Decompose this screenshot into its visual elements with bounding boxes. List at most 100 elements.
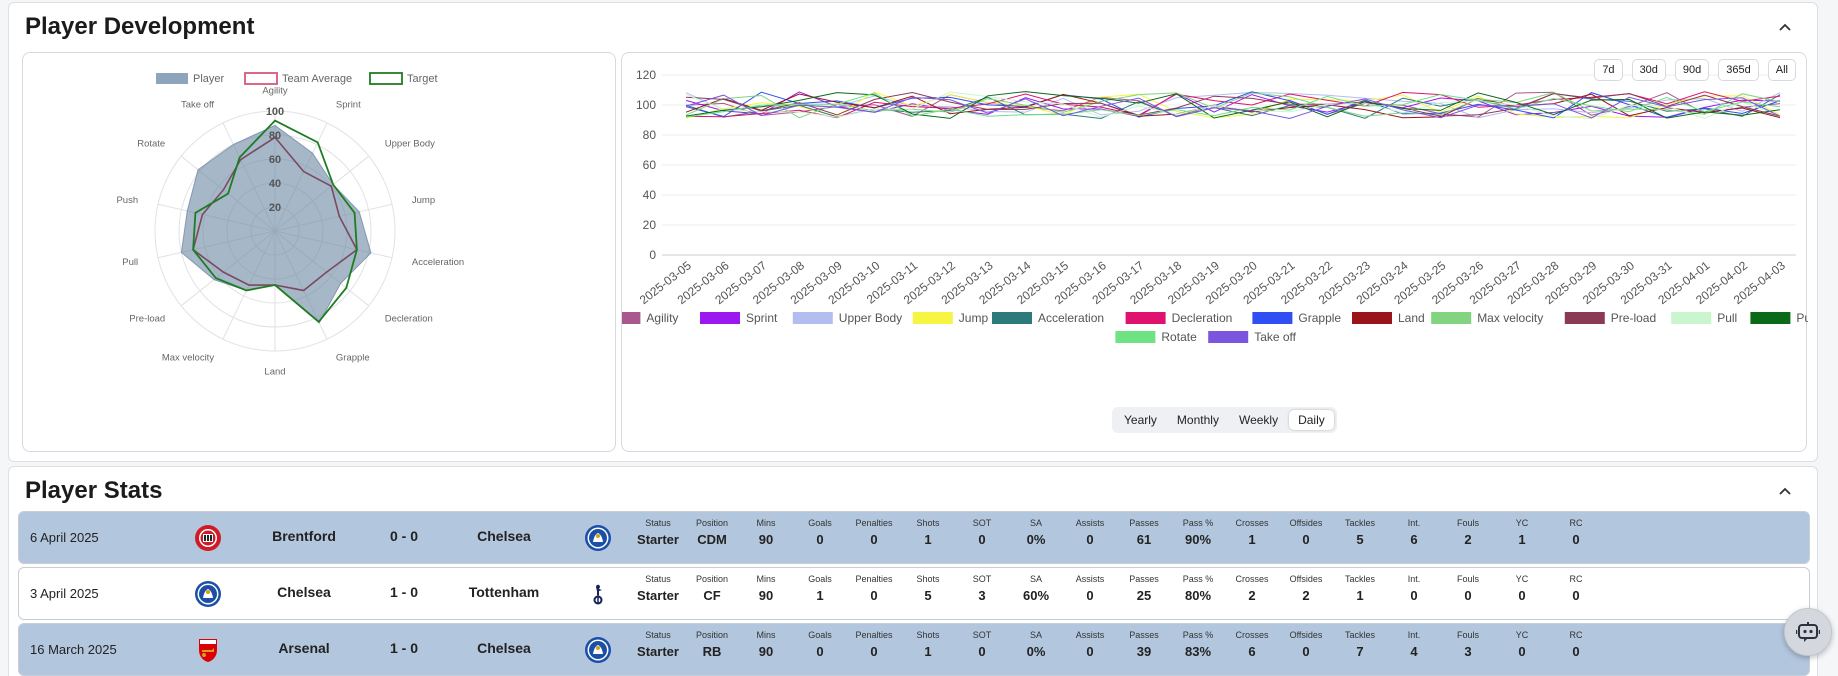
radar-tick-label: 20 (269, 202, 281, 214)
y-tick-label: 120 (636, 68, 656, 82)
stat-value: 0 (1572, 644, 1580, 659)
away-club-crest-icon (584, 524, 612, 552)
legend-item-acceleration[interactable]: Acceleration (992, 311, 1104, 325)
stat-header: RC (1569, 574, 1583, 584)
period-button-yearly[interactable]: Yearly (1115, 410, 1166, 430)
timeline-chart-card: 7d 30d 90d 365d All 0 20 40 60 80 100 120 2025-03-0… (600, 52, 1824, 452)
radar-axis-label: Decleration (385, 314, 433, 325)
legend-item-push[interactable]: Push (1750, 311, 1824, 325)
range-button-30d[interactable]: 30d (1631, 59, 1666, 81)
period-toggle: Yearly Monthly Weekly Daily (1112, 407, 1337, 433)
radar-axis-label: Land (264, 366, 285, 377)
svg-text:Jump: Jump (959, 311, 989, 325)
radar-axis-label: Pre-load (129, 314, 165, 325)
match-row[interactable]: 16 March 2025 Arsenal 1 - 0 Chelsea Status St… (18, 623, 1810, 676)
away-team-name: Tottenham (468, 584, 540, 600)
y-tick-label: 80 (643, 128, 657, 142)
legend-item-decleration[interactable]: Decleration (1125, 311, 1233, 325)
range-button-all[interactable]: All (1767, 59, 1796, 81)
match-score: 0 - 0 (389, 528, 418, 544)
period-button-weekly[interactable]: Weekly (1230, 410, 1287, 430)
radar-axis-label: Grapple (336, 352, 370, 363)
match-row[interactable]: 6 April 2025 Brentford 0 - 0 Chelsea Status S… (18, 511, 1810, 564)
svg-text:Land: Land (1398, 311, 1425, 325)
chat-bot-button[interactable] (1784, 608, 1832, 656)
stat-cell: RC 0 (1544, 630, 1608, 659)
y-tick-label: 0 (649, 248, 656, 262)
svg-text:Pull: Pull (1717, 311, 1737, 325)
legend-item-pull[interactable]: Pull (1671, 311, 1737, 325)
range-button-365d[interactable]: 365d (1718, 59, 1759, 81)
radar-tick-label: 80 (269, 130, 281, 142)
home-team-name: Brentford (272, 528, 336, 544)
svg-text:Target: Target (407, 73, 438, 85)
legend-item-rotate[interactable]: Rotate (1115, 330, 1197, 344)
match-date: 16 March 2025 (30, 642, 117, 657)
period-button-daily[interactable]: Daily (1289, 410, 1334, 430)
chat-bot-icon (1796, 622, 1820, 642)
range-button-90d[interactable]: 90d (1674, 59, 1710, 81)
y-tick-label: 20 (643, 218, 657, 232)
collapse-icon[interactable] (1775, 481, 1795, 501)
radar-axis-label: Acceleration (412, 257, 464, 268)
away-club-crest-icon (584, 636, 612, 664)
collapse-icon[interactable] (1775, 17, 1795, 37)
svg-text:Sprint: Sprint (746, 311, 778, 325)
legend-item-land[interactable]: Land (1352, 311, 1425, 325)
svg-text:Upper Body: Upper Body (839, 311, 902, 325)
radar-axis-label: Upper Body (385, 138, 435, 149)
range-button-7d[interactable]: 7d (1594, 59, 1623, 81)
radar-axis-label: Take off (181, 100, 214, 111)
radar-chart-card: Player Team Average Target 20 40 60 80 100 Agili… (22, 52, 616, 452)
legend-item-grapple[interactable]: Grapple (1252, 311, 1341, 325)
svg-text:Pre-load: Pre-load (1611, 311, 1656, 325)
svg-text:Acceleration: Acceleration (1038, 311, 1104, 325)
svg-text:Max velocity: Max velocity (1477, 311, 1543, 325)
section-title: Player Development (25, 13, 255, 40)
home-club-crest-icon (194, 636, 222, 664)
legend-item-agility[interactable]: Agility (600, 311, 678, 325)
match-score: 1 - 0 (389, 640, 418, 656)
legend-item-team-average[interactable]: Team Average (244, 72, 352, 85)
match-score: 1 - 0 (389, 584, 418, 600)
radar-axis-label: Pull (122, 257, 138, 268)
stat-header: RC (1569, 518, 1583, 528)
stat-cell: RC 0 (1544, 574, 1608, 603)
radar-axis-label: Sprint (336, 100, 361, 111)
period-button-monthly[interactable]: Monthly (1168, 410, 1228, 430)
legend-item-player[interactable]: Player (156, 73, 225, 85)
home-team-name: Chelsea (277, 584, 331, 600)
legend-item-max-velocity[interactable]: Max velocity (1431, 311, 1543, 325)
svg-text:Rotate: Rotate (1161, 330, 1197, 344)
legend-item-sprint[interactable]: Sprint (700, 311, 778, 325)
y-tick-label: 100 (636, 98, 656, 112)
legend-item-upper-body[interactable]: Upper Body (792, 311, 902, 325)
radar-axis-label: Jump (412, 195, 435, 206)
match-date: 6 April 2025 (30, 530, 99, 545)
stat-header: RC (1569, 630, 1583, 640)
match-row[interactable]: 3 April 2025 Chelsea 1 - 0 Tottenham Status S… (18, 567, 1810, 620)
away-team-name: Chelsea (477, 640, 531, 656)
legend-item-target[interactable]: Target (369, 72, 438, 85)
home-club-crest-icon (194, 524, 222, 552)
player-stats-section: Player Stats 6 April 2025 Brentford 0 - 0 C… (8, 466, 1818, 676)
svg-text:Team Average: Team Average (282, 73, 352, 85)
radar-axis-label: Agility (262, 86, 288, 97)
radar-axis-label: Rotate (137, 138, 165, 149)
home-team-name: Arsenal (278, 640, 330, 656)
svg-text:Take off: Take off (1254, 330, 1296, 344)
legend-item-jump[interactable]: Jump (912, 311, 989, 325)
range-button-group: 7d 30d 90d 365d All (1594, 59, 1796, 81)
away-club-crest-icon (584, 580, 612, 608)
radar-axis-label: Max velocity (162, 352, 215, 363)
stat-value: 0 (1572, 588, 1580, 603)
y-tick-label: 40 (643, 188, 657, 202)
player-development-section: Player Development Player Team Average Tar… (8, 2, 1824, 462)
legend-item-pre-load[interactable]: Pre-load (1564, 311, 1656, 325)
stat-cell: RC 0 (1544, 518, 1608, 547)
radar-tick-label: 60 (269, 154, 281, 166)
radar-tick-label: 40 (269, 178, 281, 190)
legend-item-take-off[interactable]: Take off (1208, 330, 1297, 344)
away-team-name: Chelsea (477, 528, 531, 544)
section-title: Player Stats (25, 477, 163, 504)
